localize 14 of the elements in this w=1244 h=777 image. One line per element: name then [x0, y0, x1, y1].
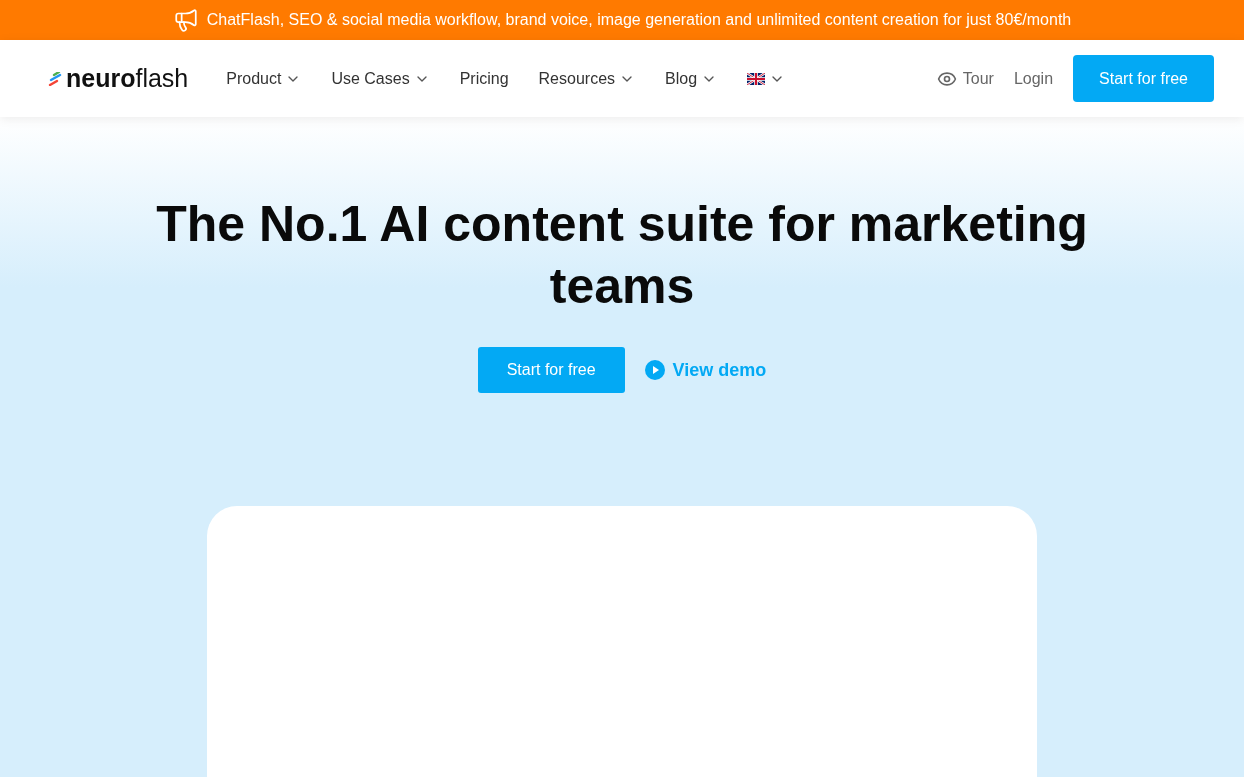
nav-link[interactable]: Pricing [459, 69, 509, 88]
logo-stripes-icon [48, 71, 62, 86]
nav-link[interactable]: Product [226, 69, 302, 88]
brand-logo[interactable]: neuroflash [66, 64, 189, 93]
nav-link[interactable]: Use Cases [331, 69, 430, 88]
uk-flag-icon [747, 72, 766, 85]
nav-link[interactable]: Blog [665, 69, 718, 88]
play-icon [644, 360, 665, 380]
tour-link[interactable]: Tour [936, 68, 994, 89]
nav-link[interactable]: Resources [538, 69, 636, 88]
megaphone-icon [172, 7, 199, 33]
announcement-text: ChatFlash, SEO & social media workflow, brand voice, image generation and unlimited content creation for just 80€/month [206, 11, 1072, 29]
login-link[interactable]: Login [1013, 69, 1054, 88]
hero-title: The No.1 AI content suite for marketing teams [155, 195, 1089, 316]
